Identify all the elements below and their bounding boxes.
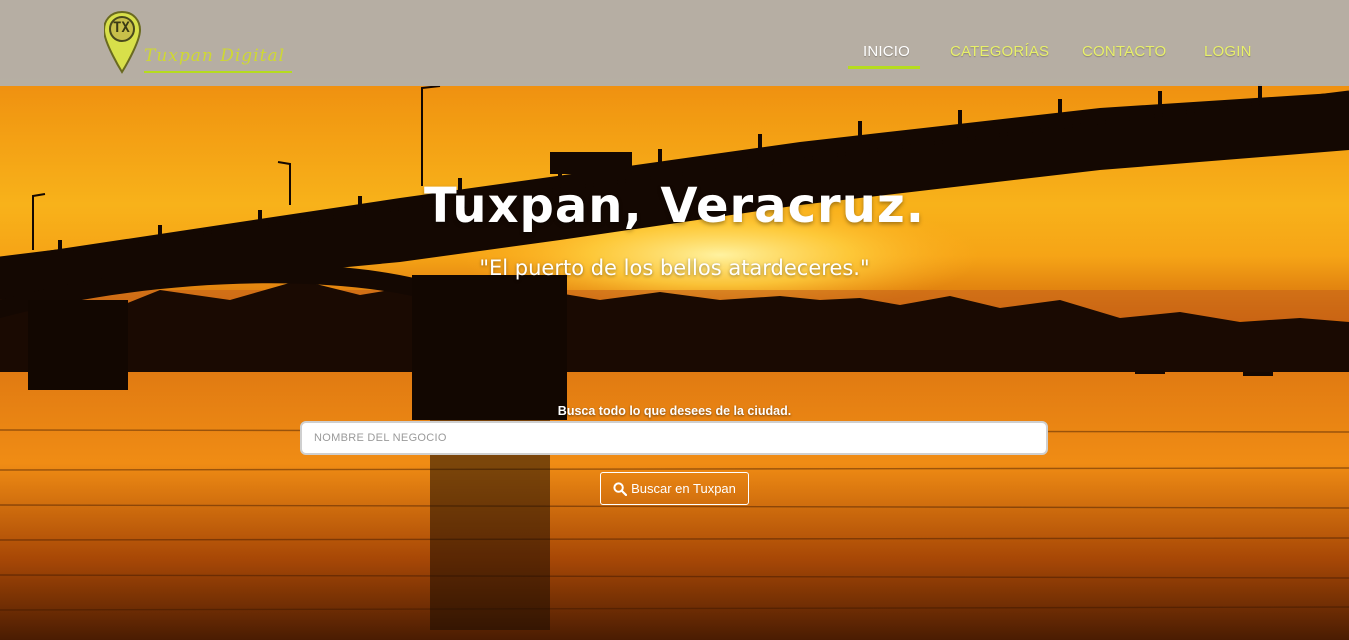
- brand-name: Tuxpan Digital: [144, 46, 286, 66]
- page-subtitle: "El puerto de los bellos atardeceres.": [479, 256, 870, 280]
- active-nav-indicator: [848, 66, 920, 69]
- page-title: Tuxpan, Veracruz.: [423, 178, 926, 234]
- sunset-bridge-photo: [0, 84, 1349, 640]
- brand-logo[interactable]: TX Tuxpan Digital: [102, 10, 304, 76]
- search-button-label: Buscar en Tuxpan: [631, 481, 736, 496]
- hero-background: [0, 0, 1349, 640]
- search-button[interactable]: Buscar en Tuxpan: [600, 472, 749, 505]
- search-input[interactable]: [300, 421, 1048, 455]
- search-icon: [613, 481, 628, 496]
- search-label: Busca todo lo que desees de la ciudad.: [557, 404, 792, 418]
- nav-item-contacto[interactable]: CONTACTO: [1082, 43, 1166, 60]
- nav-item-login[interactable]: LOGIN: [1204, 43, 1252, 60]
- logo-initials: TX: [113, 20, 130, 36]
- top-navbar: TX Tuxpan Digital INICIO CATEGORÍAS CONT…: [0, 0, 1349, 86]
- map-pin-icon: [102, 10, 292, 74]
- nav-item-inicio[interactable]: INICIO: [863, 43, 910, 60]
- nav-item-categorias[interactable]: CATEGORÍAS: [950, 43, 1049, 60]
